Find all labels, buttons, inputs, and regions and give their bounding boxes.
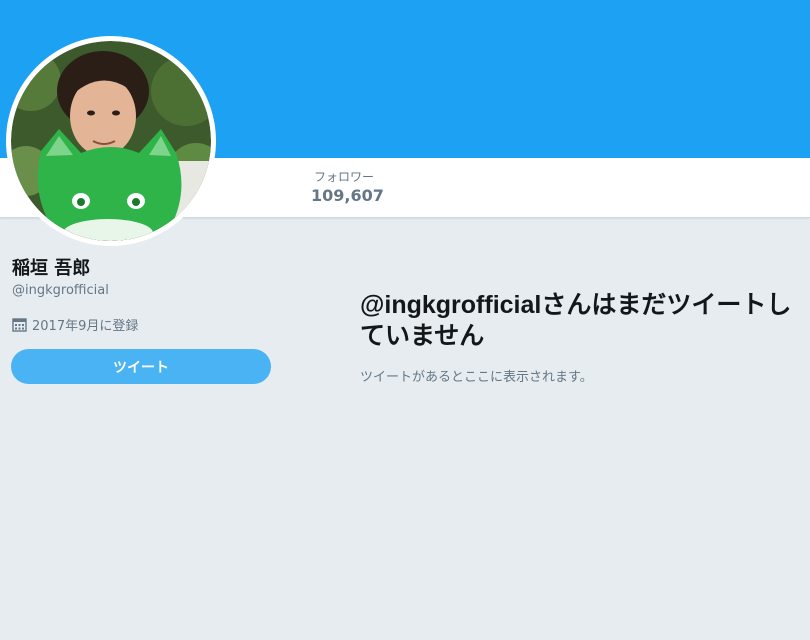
profile-name: 稲垣 吾郎 [12, 258, 91, 279]
calendar-icon [12, 318, 27, 332]
followers-stat[interactable]: フォロワー 109,607 [311, 170, 384, 206]
avatar[interactable] [6, 36, 216, 246]
empty-timeline-title: @ingkgrofficialさんはまだツイートしていません [360, 291, 792, 350]
empty-timeline-subtitle: ツイートがあるとここに表示されます。 [360, 370, 593, 385]
tweet-button[interactable]: ツイート [11, 349, 271, 384]
profile-handle[interactable]: @ingkgrofficial [12, 283, 109, 298]
followers-count: 109,607 [311, 186, 384, 205]
joined-text: 2017年9月に登録 [32, 319, 139, 334]
profile-photo [11, 41, 211, 241]
followers-label: フォロワー [313, 170, 374, 184]
joined-date: 2017年9月に登録 [12, 315, 138, 334]
